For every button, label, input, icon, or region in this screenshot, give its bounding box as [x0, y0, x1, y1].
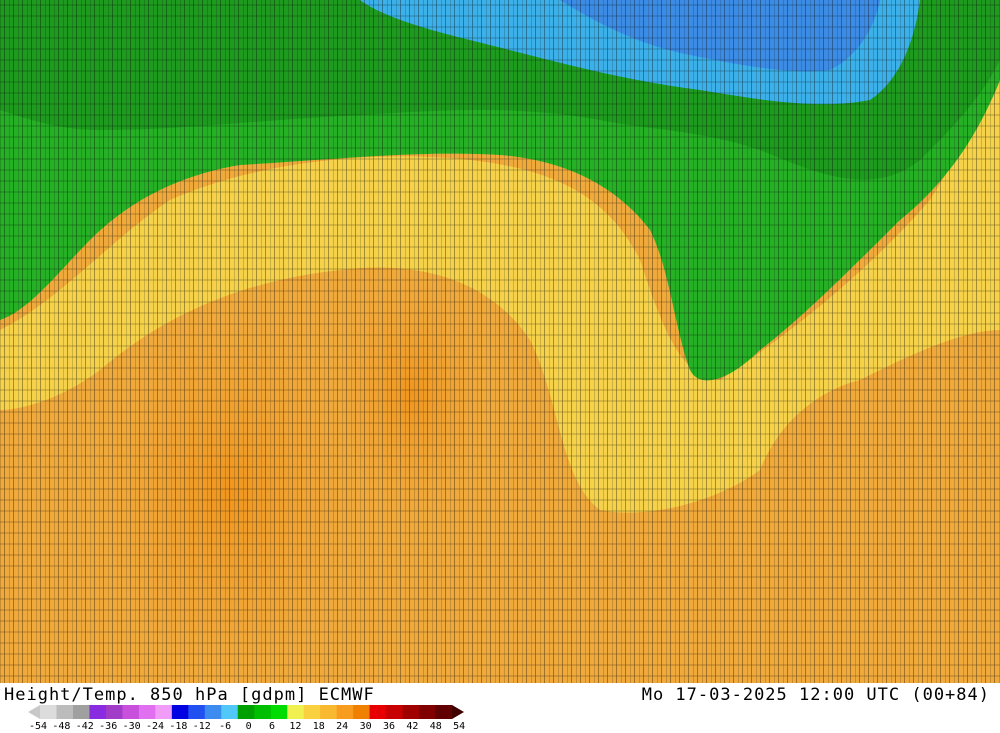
colorbar-tick-label: -6 — [219, 721, 232, 732]
colorbar-swatch — [188, 705, 206, 719]
colorbar-swatch — [40, 705, 57, 719]
colorbar-swatch — [122, 705, 140, 719]
colorbar-tick-label: -18 — [169, 721, 188, 732]
colorbar-swatch — [320, 705, 338, 719]
colorbar-swatch — [72, 705, 90, 719]
colorbar-swatch — [353, 705, 371, 719]
colorbar-tick-label: 18 — [312, 721, 325, 732]
colorbar-swatch — [89, 705, 107, 719]
colorbar-tick-label: -36 — [99, 721, 118, 732]
colorbar-tick-label: -30 — [122, 721, 141, 732]
colorbar-swatch — [237, 705, 255, 719]
footer: Height/Temp. 850 hPa [gdpm] ECMWF Mo 17-… — [0, 683, 1000, 733]
colorbar-arrow-low — [28, 705, 40, 719]
colorbar-tick-label: -24 — [145, 721, 165, 732]
colorbar-swatch — [287, 705, 305, 719]
colorbar-tick-label: 42 — [406, 721, 419, 732]
colorbar-swatch — [254, 705, 272, 719]
colorbar-tick-label: 54 — [453, 721, 466, 732]
map-timestamp: Mo 17-03-2025 12:00 UTC (00+84) — [641, 685, 990, 705]
colorbar-swatch — [171, 705, 189, 719]
colorbar-swatch — [56, 705, 74, 719]
colorbar-swatch — [303, 705, 321, 719]
colorbar-arrow-high — [452, 705, 464, 719]
colorbar-tick-label: 30 — [359, 721, 372, 732]
map-title: Height/Temp. 850 hPa [gdpm] ECMWF — [4, 685, 375, 705]
colorbar-tick-label: 12 — [289, 721, 302, 732]
colorbar-swatch — [105, 705, 123, 719]
colorbar-swatch — [369, 705, 387, 719]
colorbar-swatch — [270, 705, 288, 719]
colorbar-tick-label: 6 — [268, 721, 276, 732]
colorbar-tick-label: -48 — [52, 721, 71, 732]
weather-map — [0, 0, 1000, 683]
colorbar-tick-label: 48 — [429, 721, 442, 732]
contour-overlay — [0, 0, 1000, 683]
colorbar-tick-label: 24 — [336, 721, 349, 732]
colorbar-swatch — [419, 705, 437, 719]
colorbar-swatch — [138, 705, 156, 719]
colorbar-swatch — [204, 705, 222, 719]
colorbar-tick-label: -42 — [75, 721, 94, 732]
colorbar-swatch — [386, 705, 404, 719]
colorbar-tick-label: 36 — [382, 721, 396, 732]
colorbar-swatch — [336, 705, 354, 719]
colorbar-tick-label: 0 — [245, 721, 252, 732]
colorbar — [28, 705, 464, 719]
colorbar-swatch — [155, 705, 173, 719]
colorbar-tick-label: -12 — [192, 721, 211, 732]
colorbar-tick-label: -54 — [28, 721, 48, 732]
colorbar-swatch — [402, 705, 420, 719]
colorbar-swatch — [435, 705, 453, 719]
colorbar-swatch — [221, 705, 239, 719]
colorbar-ticks: -54 -48 -42 -36 -30 -24 -18 -12 -6 0 6 12 18 24 30 36 42… — [29, 721, 468, 733]
